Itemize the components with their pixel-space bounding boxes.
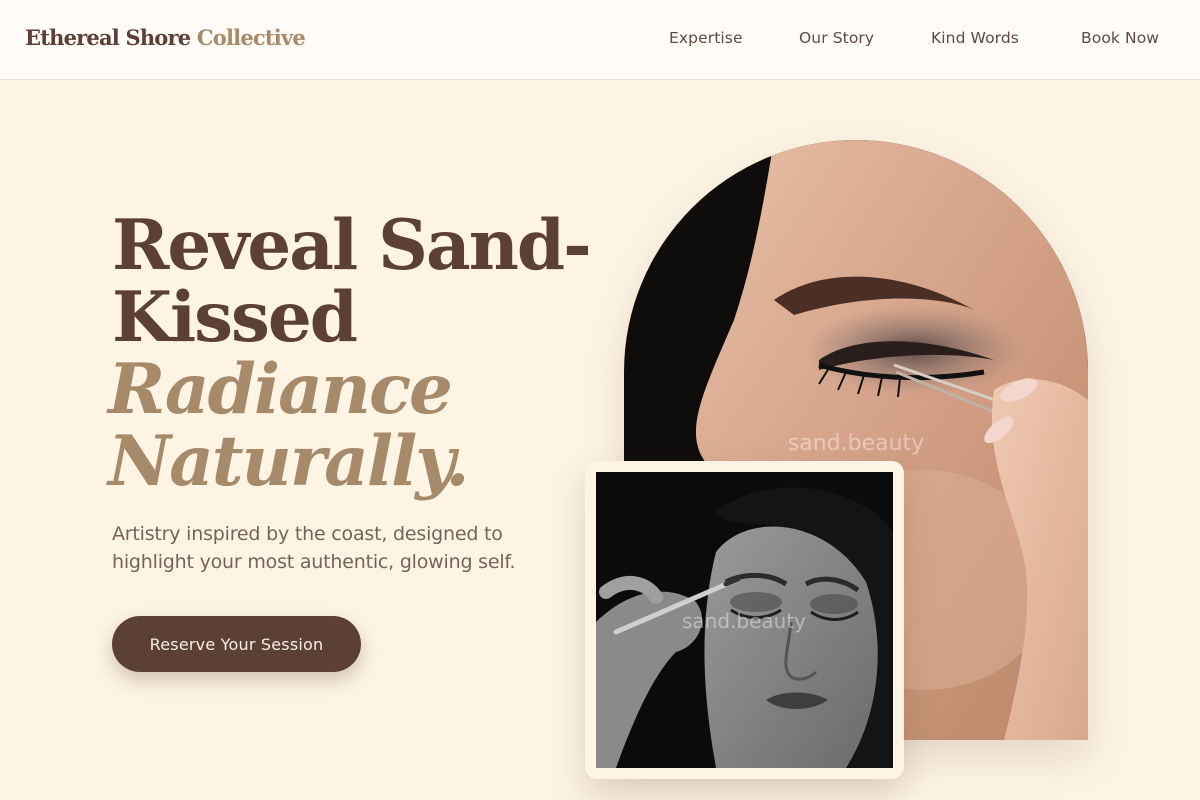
hero-title-italic-line-1: Radiance [108, 349, 453, 430]
brand-name-accent: Collective [196, 25, 306, 50]
hero-title-line-2: Kissed [112, 277, 358, 358]
hero-title-line-1: Reveal Sand- [112, 205, 592, 286]
hero-title-italic-line-2: Naturally. [108, 421, 469, 502]
main-image-watermark: sand.beauty [788, 431, 924, 456]
reserve-session-button[interactable]: Reserve Your Session [112, 616, 361, 672]
inset-photo-frame: sand.beauty [585, 461, 904, 779]
brand-name-primary: Ethereal Shore [25, 25, 191, 50]
nav-link-expertise[interactable]: Expertise [669, 29, 743, 47]
hero-subtitle: Artistry inspired by the coast, designed… [112, 520, 582, 576]
nav-link-book-now[interactable]: Book Now [1081, 29, 1159, 47]
inset-photo: sand.beauty [596, 472, 893, 768]
nav-link-kind-words[interactable]: Kind Words [931, 29, 1019, 47]
inset-image-watermark: sand.beauty [682, 609, 806, 633]
hero-title: Reveal Sand- Kissed Radiance Naturally. [108, 205, 592, 498]
hero-subtitle-line-1: Artistry inspired by the coast, designed… [112, 523, 503, 545]
brand-logo[interactable]: Ethereal Shore Collective [25, 25, 306, 50]
hero-subtitle-line-2: highlight your most authentic, glowing s… [112, 551, 516, 573]
nav-link-our-story[interactable]: Our Story [799, 29, 874, 47]
site-header: Ethereal Shore Collective Expertise Our … [0, 0, 1200, 80]
